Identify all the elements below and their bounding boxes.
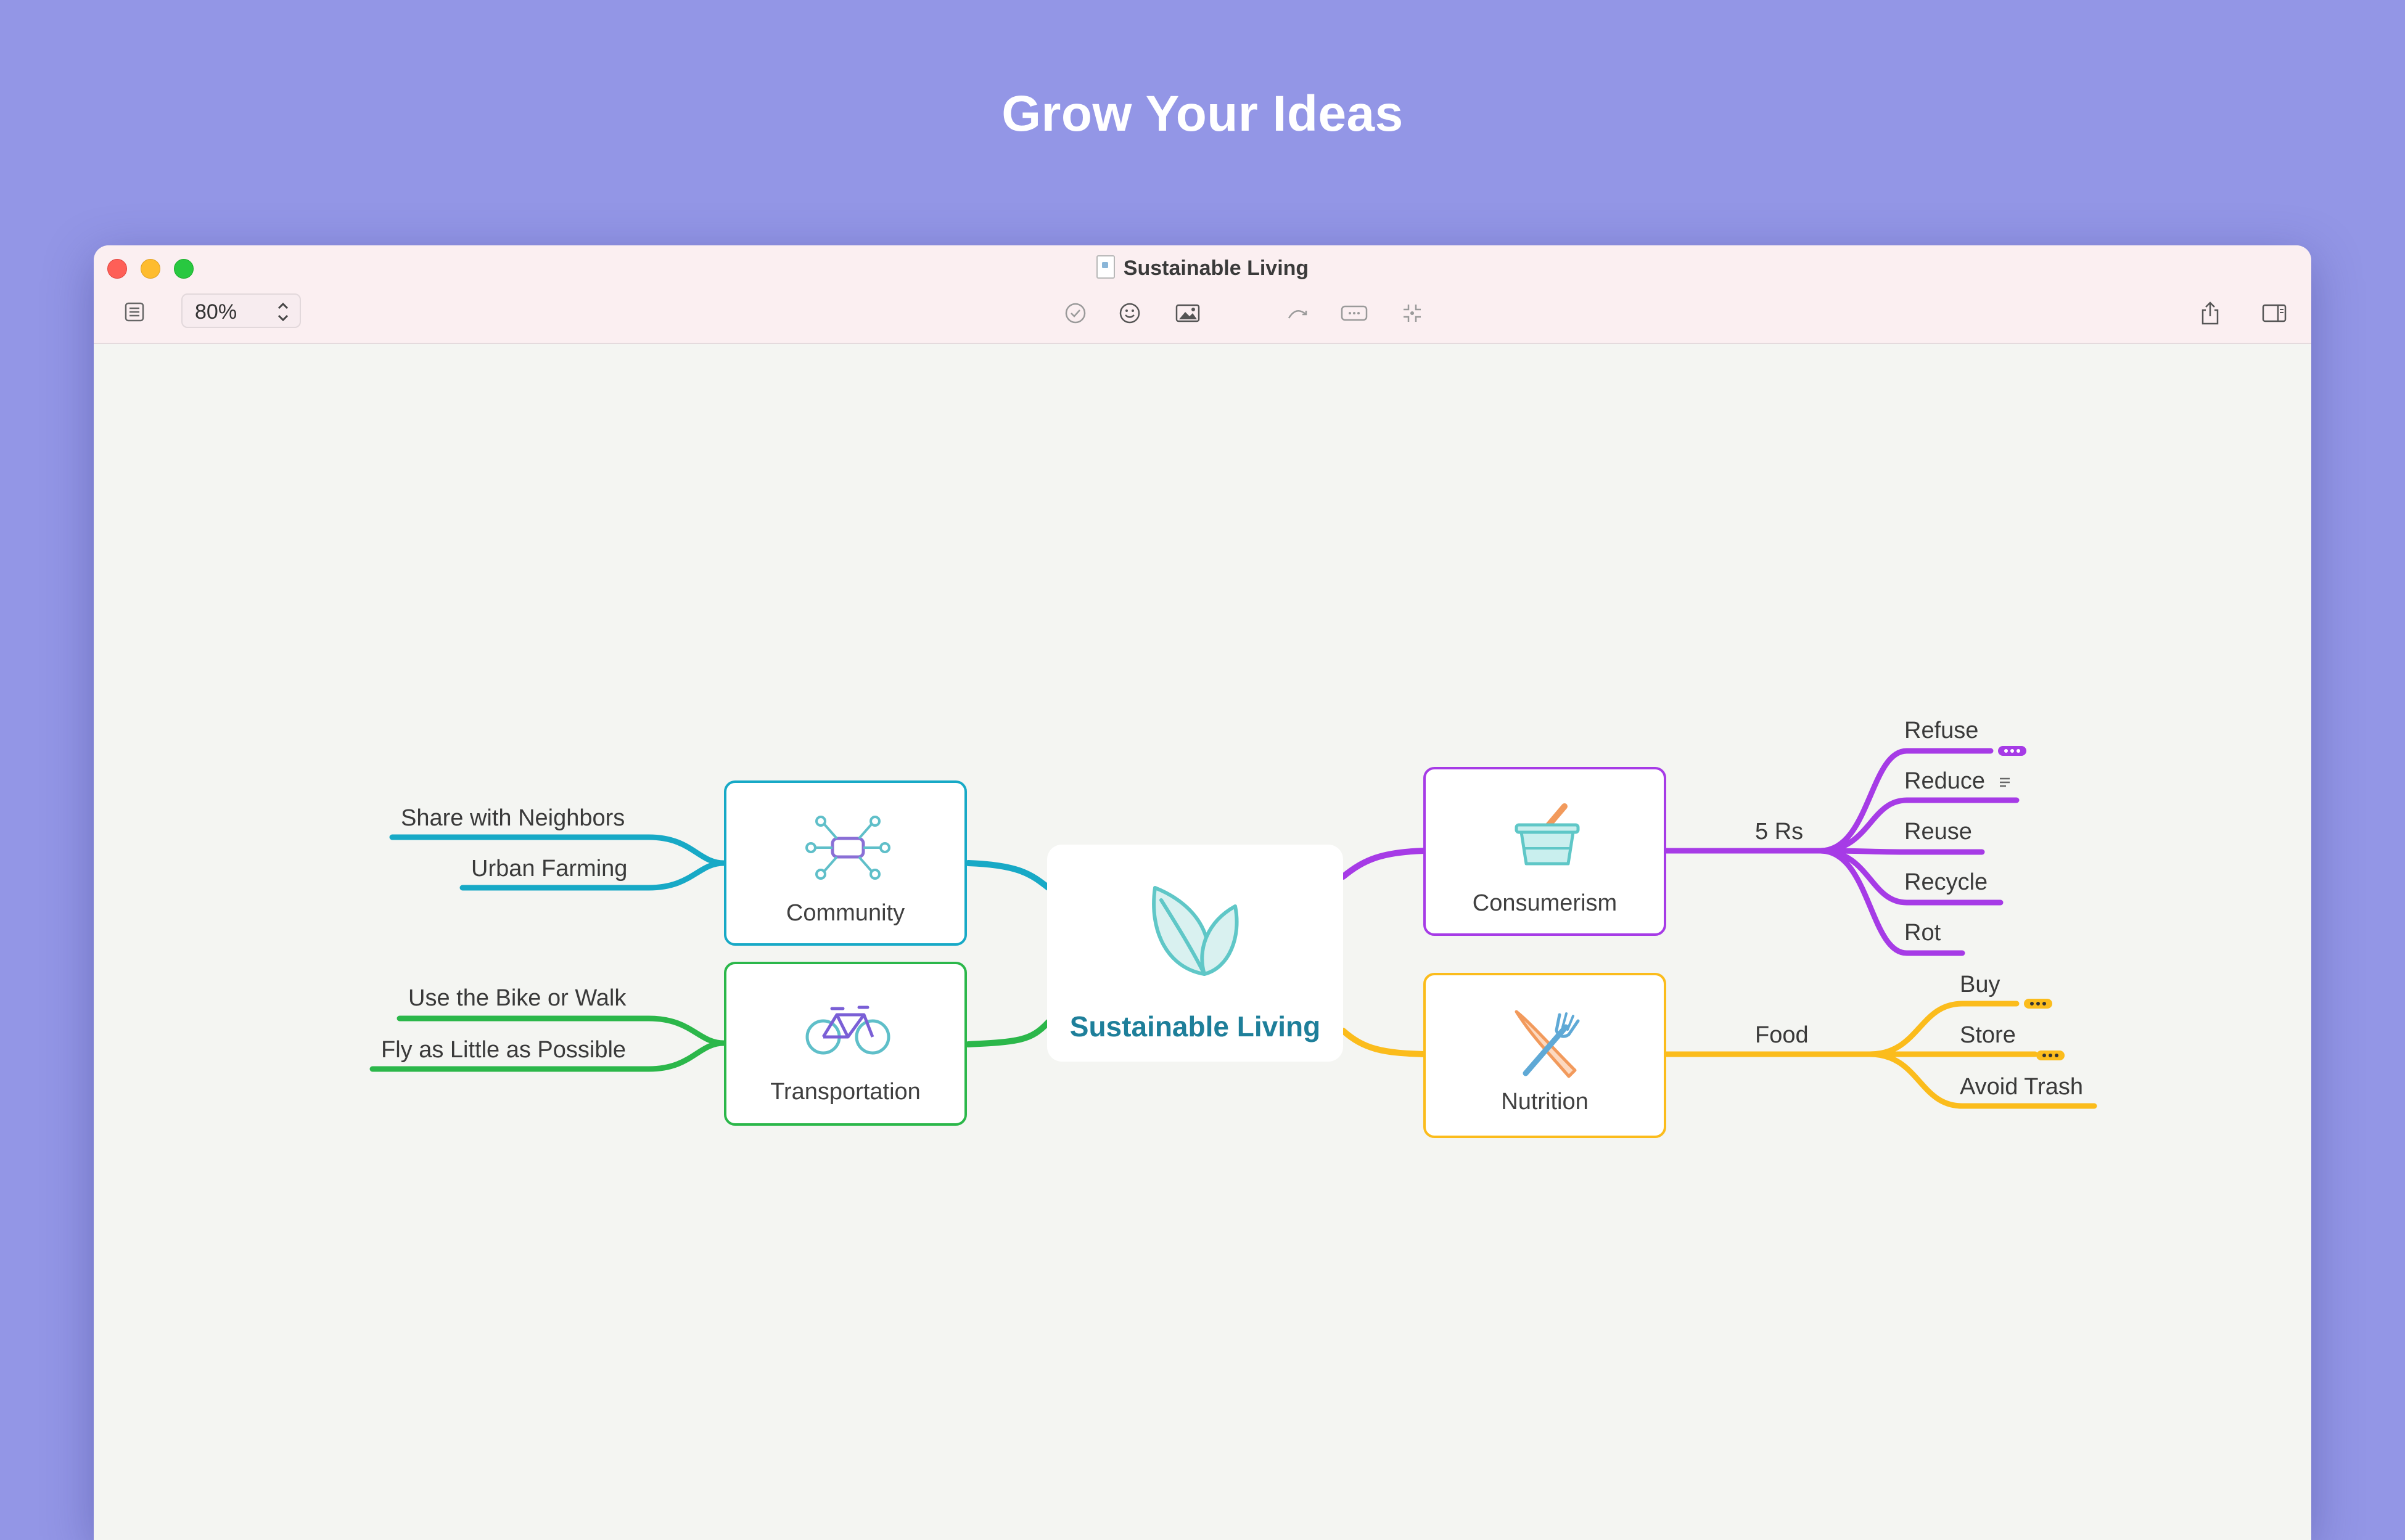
- share-icon: [2202, 301, 2219, 325]
- bicycle-icon: [805, 1006, 890, 1055]
- topic-nutrition[interactable]: Nutrition: [1423, 973, 1666, 1138]
- subtopic-reduce[interactable]: Reduce: [1904, 768, 1985, 795]
- zoom-selector[interactable]: 80%: [181, 293, 301, 328]
- subtopic-avoid-trash[interactable]: Avoid Trash: [1960, 1074, 2083, 1100]
- network-icon: [805, 816, 890, 880]
- zoom-stepper-icon[interactable]: [276, 295, 290, 340]
- sidebar-icon: [2262, 304, 2287, 322]
- callout-icon: [1341, 305, 1368, 321]
- subtopic-store[interactable]: Store: [1960, 1022, 2016, 1049]
- headline: Grow Your Ideas: [1001, 86, 1404, 142]
- subtopic-use-bike-or-walk[interactable]: Use the Bike or Walk: [408, 985, 626, 1012]
- focus-icon: [1404, 305, 1421, 322]
- connector-consumerism: [1340, 848, 1428, 880]
- emoji-icon: [1119, 303, 1140, 324]
- checkbox-icon: [1065, 303, 1086, 324]
- image-button[interactable]: [1169, 296, 1206, 330]
- relation-button[interactable]: [1280, 296, 1315, 330]
- topic-transportation-label: Transportation: [770, 1079, 921, 1105]
- central-topic[interactable]: Sustainable Living: [1047, 845, 1343, 1062]
- subtopic-rot[interactable]: Rot: [1904, 920, 1941, 946]
- topic-community-label: Community: [786, 900, 905, 926]
- central-topic-label: Sustainable Living: [1069, 1010, 1321, 1042]
- app-window: Sustainable Living 80% Sustainable Livin…: [94, 245, 2311, 1540]
- emoji-button[interactable]: [1112, 296, 1147, 330]
- topic-nutrition-label: Nutrition: [1501, 1089, 1589, 1115]
- fork-knife-icon: [1515, 1010, 1580, 1078]
- relation-arrow-icon: [1288, 310, 1307, 319]
- subtopic-buy[interactable]: Buy: [1960, 972, 2000, 998]
- zoom-value: 80%: [195, 300, 237, 324]
- subtopic-recycle[interactable]: Recycle: [1904, 869, 1988, 896]
- basket-icon: [1515, 803, 1580, 866]
- task-button[interactable]: [1058, 296, 1093, 330]
- focus-button[interactable]: [1395, 296, 1429, 330]
- window-title-text: Sustainable Living: [1123, 256, 1309, 280]
- callout-button[interactable]: [1336, 296, 1373, 330]
- window-title: Sustainable Living: [94, 255, 2311, 281]
- buy-more-badge[interactable]: [2024, 999, 2052, 1009]
- connector-nutrition: [1340, 1028, 1428, 1057]
- document-icon: [1096, 255, 1115, 279]
- subtopic-fly-as-little[interactable]: Fly as Little as Possible: [381, 1037, 626, 1063]
- outline-icon: [125, 302, 144, 322]
- sidebar-toggle-button[interactable]: [2256, 296, 2293, 330]
- share-button[interactable]: [2193, 296, 2227, 330]
- subtopic-share-with-neighbors[interactable]: Share with Neighbors: [401, 805, 625, 832]
- image-icon: [1175, 304, 1200, 322]
- store-more-badge[interactable]: [2036, 1051, 2065, 1060]
- connector-transportation: [965, 1019, 1051, 1047]
- note-icon[interactable]: [1998, 776, 2012, 789]
- subtopic-refuse[interactable]: Refuse: [1904, 718, 1978, 744]
- subtopic-reuse[interactable]: Reuse: [1904, 819, 1972, 845]
- topic-consumerism-label: Consumerism: [1472, 890, 1618, 916]
- topic-community[interactable]: Community: [724, 780, 967, 946]
- subtopic-5-rs[interactable]: 5 Rs: [1755, 819, 1803, 845]
- topic-transportation[interactable]: Transportation: [724, 962, 967, 1126]
- topic-consumerism[interactable]: Consumerism: [1423, 767, 1666, 936]
- mindmap-canvas[interactable]: Sustainable Living Community Transportat…: [94, 344, 2311, 1540]
- refuse-more-badge[interactable]: [1998, 746, 2026, 756]
- title-bar: Sustainable Living 80%: [94, 245, 2311, 344]
- subtopic-urban-farming[interactable]: Urban Farming: [471, 856, 627, 882]
- connector-community: [965, 860, 1051, 891]
- leaf-icon: [1152, 886, 1239, 976]
- outline-button[interactable]: [117, 295, 152, 329]
- subtopic-food[interactable]: Food: [1755, 1022, 1809, 1049]
